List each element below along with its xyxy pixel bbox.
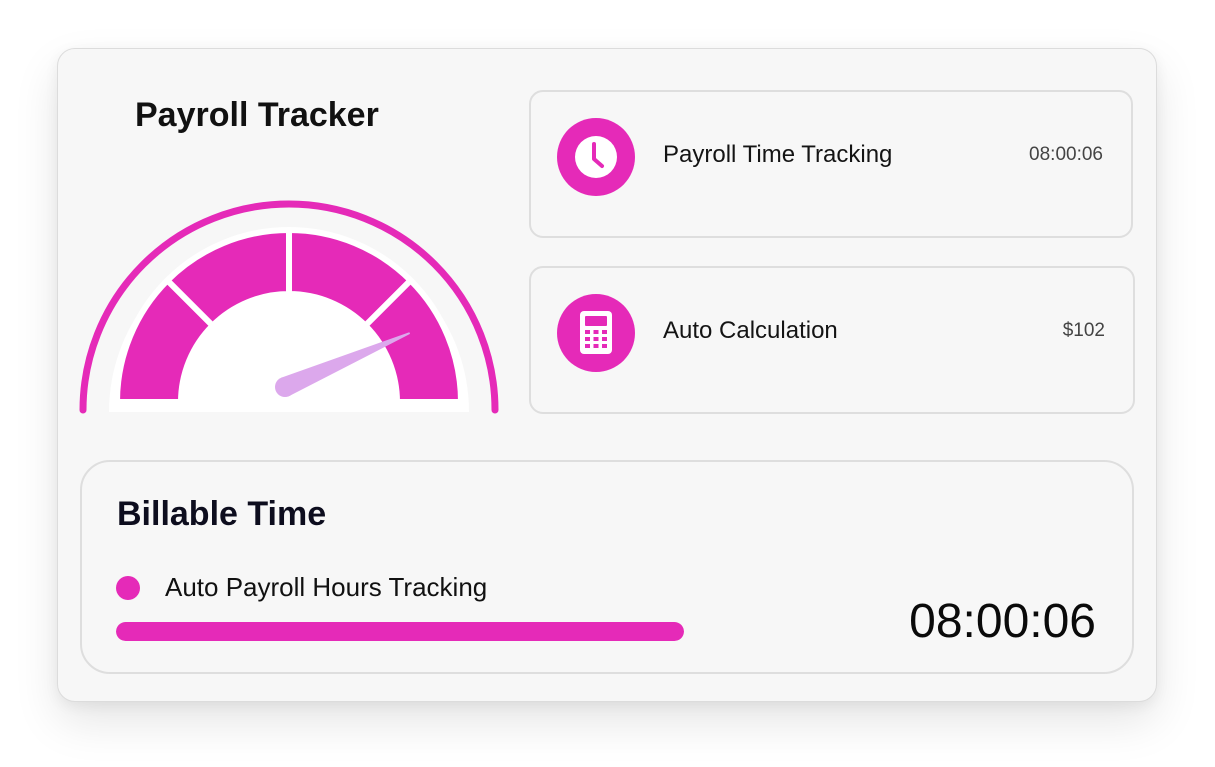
billable-title: Billable Time (117, 495, 327, 533)
gauge-needle-hub (275, 377, 295, 397)
progress-fill (116, 622, 684, 641)
billable-time-value: 08:00:06 (909, 595, 1096, 648)
payroll-time-tracking-card[interactable]: Payroll Time Tracking 08:00:06 (529, 90, 1133, 238)
speedometer-gauge (79, 200, 499, 414)
billable-time-panel: Billable Time Auto Payroll Hours Trackin… (80, 460, 1134, 674)
tile-value: 08:00:06 (1029, 144, 1103, 165)
tracking-label: Auto Payroll Hours Tracking (165, 572, 488, 602)
tile-label: Payroll Time Tracking (663, 141, 893, 168)
calculator-icon (557, 294, 635, 372)
tile-value: $102 (1062, 320, 1105, 341)
status-dot (116, 576, 140, 600)
page-title: Payroll Tracker (135, 96, 379, 134)
tile-label: Auto Calculation (663, 317, 838, 344)
auto-calculation-card[interactable]: Auto Calculation $102 (529, 266, 1135, 414)
progress-bar (116, 622, 684, 641)
clock-icon (557, 118, 635, 196)
